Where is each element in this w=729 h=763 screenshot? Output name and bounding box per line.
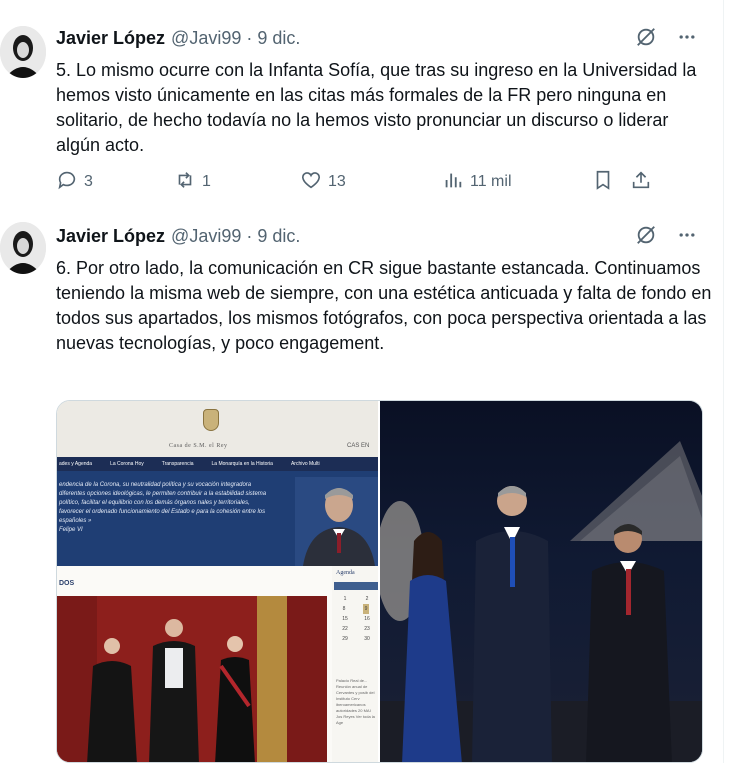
website-content: DOS Agenda 1 2 8 9 15 16 22 23 29 30 Pal… (57, 566, 378, 762)
website-title: Casa de S.M. el Rey (169, 443, 228, 449)
repost-count: 1 (202, 173, 211, 190)
tweet-header: Javier López @Javi99 · 9 dic. (56, 224, 723, 248)
like-icon (300, 169, 322, 196)
website-nav-item: ades y Agenda (59, 461, 93, 467)
website-agenda: Agenda 12 89 15 16 22 23 29 30 Palacio Real… (332, 566, 378, 762)
bookmark-icon (592, 169, 614, 196)
author-handle[interactable]: @Javi99 (171, 226, 241, 247)
kings-at-pyramids-image (380, 441, 702, 762)
separator-dot: · (246, 225, 253, 246)
royal-crest-icon (203, 409, 219, 431)
king-portrait-image (295, 477, 378, 566)
website-nav-item: Archivo Multi (290, 461, 320, 467)
reply-button[interactable]: 3 (56, 169, 174, 196)
views-icon (442, 169, 464, 196)
website-screenshot-image[interactable]: Casa de S.M. el Rey CAS EN ades y Agenda… (57, 401, 380, 762)
night-event-photo[interactable] (380, 401, 702, 762)
author-name[interactable]: Javier López (56, 28, 165, 49)
share-icon (630, 169, 652, 196)
tweet-date[interactable]: 9 dic. (257, 226, 300, 247)
more-icon[interactable] (677, 27, 697, 47)
views-count: 11 mil (470, 173, 512, 190)
avatar[interactable] (0, 222, 46, 274)
author-handle[interactable]: @Javi99 (171, 28, 241, 49)
repost-icon (174, 169, 196, 196)
like-count: 13 (328, 173, 346, 190)
grok-icon[interactable] (635, 26, 657, 48)
tweet-actions: 3 1 13 11 mil (56, 170, 712, 194)
royal-reception-photo (57, 596, 327, 762)
bookmark-button[interactable] (592, 169, 630, 196)
tweet-text: 5. Lo mismo ocurre con la Infanta Sofía,… (56, 60, 697, 155)
website-header: Casa de S.M. el Rey CAS EN (57, 401, 378, 457)
tweet-media[interactable]: Casa de S.M. el Rey CAS EN ades y Agenda… (56, 400, 703, 763)
website-hero-quote: endencia de la Corona, su neutralidad po… (59, 482, 267, 533)
website-nav-item: Transparencia (161, 461, 194, 467)
reply-icon (56, 169, 78, 196)
separator-dot: · (246, 27, 253, 48)
tweet-text: 6. Por otro lado, la comunicación en CR … (56, 258, 712, 353)
tweet[interactable]: Javier López @Javi99 · 9 dic. 5. Lo mism… (0, 0, 723, 212)
more-icon[interactable] (677, 225, 697, 245)
tweet-content: Javier López @Javi99 · 9 dic. 6. Por otr… (56, 224, 723, 763)
website-nav: ades y Agenda La Corona Hoy Transparenci… (57, 457, 378, 471)
tweet-date[interactable]: 9 dic. (257, 28, 300, 49)
like-button[interactable]: 13 (300, 169, 442, 196)
website-nav-item: La Corona Hoy (110, 461, 144, 467)
timeline-border (723, 0, 724, 763)
agenda-text: Palacio Real de... Reunión anual de Cerv… (336, 678, 375, 725)
grok-icon[interactable] (635, 224, 657, 246)
website-section-title: DOS (59, 580, 75, 587)
agenda-title: Agenda (336, 570, 355, 576)
website-nav-item: La Monarquía en la Historia (211, 461, 273, 467)
share-button[interactable] (630, 169, 654, 196)
tweet-content: Javier López @Javi99 · 9 dic. 5. Lo mism… (56, 26, 723, 158)
author-name[interactable]: Javier López (56, 226, 165, 247)
repost-button[interactable]: 1 (174, 169, 300, 196)
tweet[interactable]: Javier López @Javi99 · 9 dic. 6. Por otr… (0, 212, 723, 763)
avatar[interactable] (0, 26, 46, 78)
views-button[interactable]: 11 mil (442, 169, 592, 196)
tweet-header: Javier López @Javi99 · 9 dic. (56, 26, 723, 50)
website-language: CAS EN (347, 443, 370, 449)
reply-count: 3 (84, 173, 93, 190)
agenda-calendar: 12 89 15 16 22 23 29 30 (342, 596, 370, 642)
website-hero: endencia de la Corona, su neutralidad po… (57, 471, 378, 566)
